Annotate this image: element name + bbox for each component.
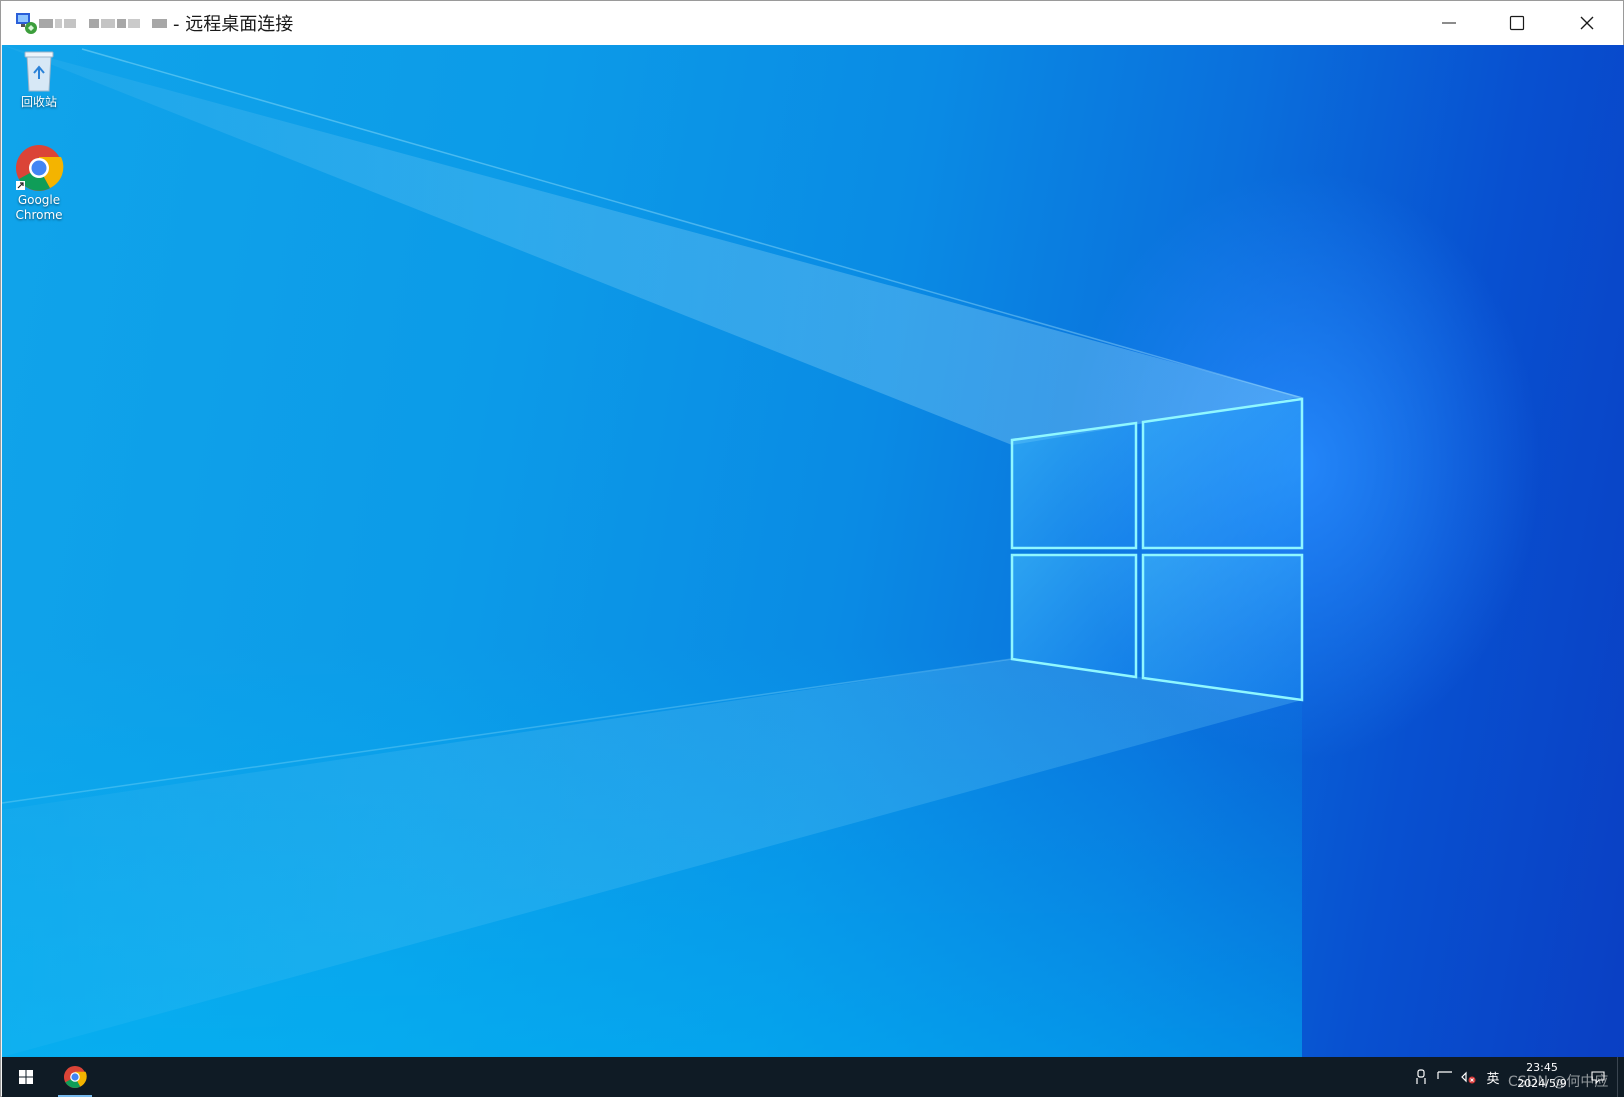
windows-start-icon xyxy=(19,1070,33,1084)
desktop-icon-chrome[interactable]: Google Chrome xyxy=(4,143,74,223)
tray-network-button[interactable] xyxy=(1434,1057,1456,1097)
tray-people-button[interactable] xyxy=(1412,1057,1430,1097)
notification-icon xyxy=(1591,1071,1605,1085)
logo-pane-bottom-right xyxy=(1141,553,1304,702)
remote-desktop-surface[interactable]: 回收站 Google Chrome xyxy=(2,45,1624,1057)
recycle-bin-icon xyxy=(24,51,54,92)
minimize-button[interactable] xyxy=(1416,1,1482,45)
logo-pane-top-left xyxy=(1010,421,1138,550)
remote-desktop-window: - 远程桌面连接 回收站 Google Chrome 英 23:45 2024/… xyxy=(0,0,1624,1097)
start-button[interactable] xyxy=(2,1057,50,1097)
logo-pane-top-right xyxy=(1141,397,1304,550)
chrome-label: Google Chrome xyxy=(15,193,63,222)
windows-logo-wallpaper xyxy=(2,45,1304,1057)
show-desktop-button[interactable] xyxy=(1617,1057,1623,1097)
close-button[interactable] xyxy=(1554,1,1620,45)
title-bar[interactable]: - 远程桌面连接 xyxy=(1,1,1623,45)
window-title: - 远程桌面连接 xyxy=(173,14,294,35)
redacted-host-name xyxy=(39,13,168,33)
remote-desktop-icon xyxy=(15,11,39,35)
person-icon xyxy=(1416,1069,1426,1084)
network-icon xyxy=(1437,1071,1452,1079)
close-icon xyxy=(1580,16,1594,30)
chrome-icon xyxy=(63,1065,87,1089)
volume-muted-icon xyxy=(1461,1071,1476,1084)
minimize-icon xyxy=(1442,22,1456,24)
maximize-icon xyxy=(1509,15,1525,31)
desktop-icon-recycle-bin[interactable]: 回收站 xyxy=(4,49,74,110)
recycle-bin-label: 回收站 xyxy=(20,95,57,109)
action-center-button[interactable] xyxy=(1584,1057,1612,1097)
maximize-button[interactable] xyxy=(1484,1,1550,45)
tray-volume-button[interactable] xyxy=(1458,1057,1480,1097)
logo-pane-bottom-left xyxy=(1010,553,1138,679)
chrome-icon xyxy=(16,145,64,191)
taskbar: 英 23:45 2024/5/9 CSDN @何中应 xyxy=(2,1057,1624,1097)
taskbar-chrome-button[interactable] xyxy=(54,1057,96,1097)
